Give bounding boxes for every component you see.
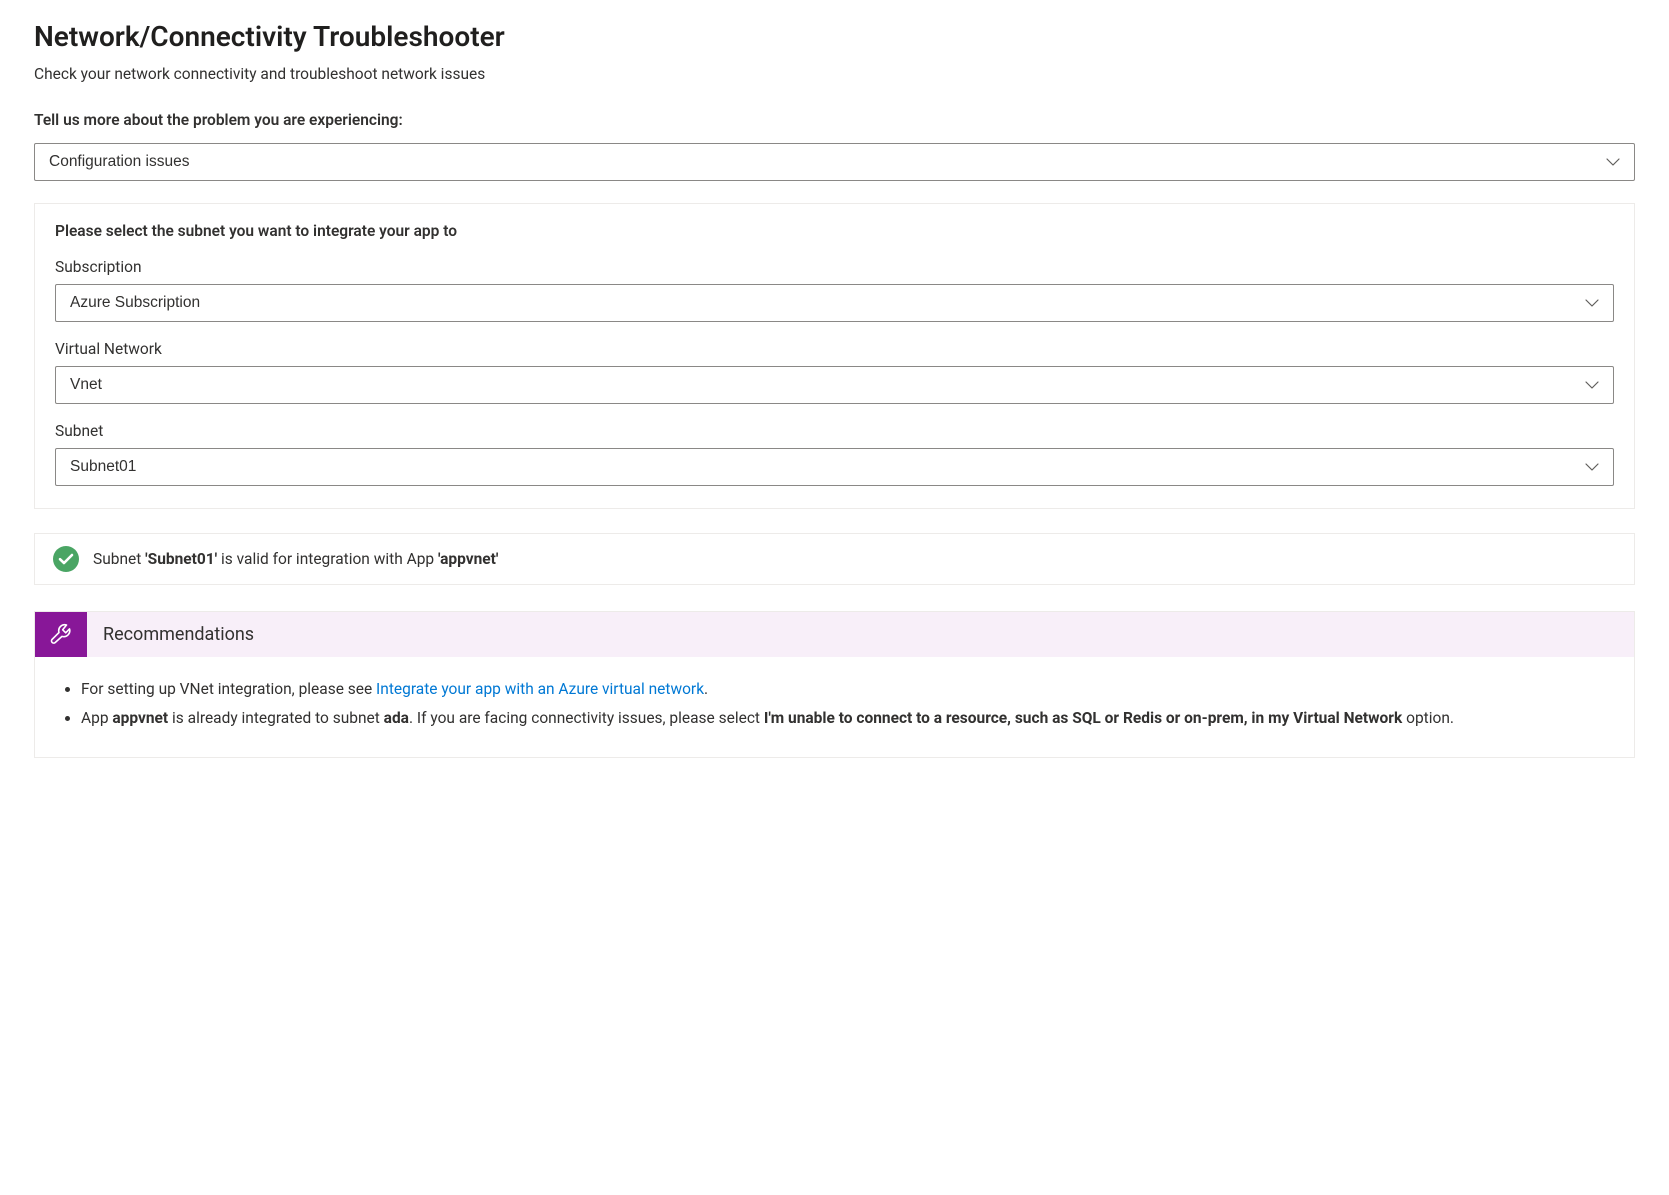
subnet-select-value: Subnet01 xyxy=(70,458,136,475)
vnet-integration-doc-link[interactable]: Integrate your app with an Azure virtual… xyxy=(376,680,704,698)
problem-prompt-label: Tell us more about the problem you are e… xyxy=(34,111,1635,129)
subscription-select[interactable]: Azure Subscription xyxy=(55,284,1614,322)
recommendations-body: For setting up VNet integration, please … xyxy=(35,657,1634,757)
recommendations-section: Recommendations For setting up VNet inte… xyxy=(34,611,1635,758)
page-title: Network/Connectivity Troubleshooter xyxy=(34,20,1635,53)
subscription-label: Subscription xyxy=(55,258,1614,276)
recommendation-item: App appvnet is already integrated to sub… xyxy=(81,706,1610,731)
vnet-label: Virtual Network xyxy=(55,340,1614,358)
problem-select-value: Configuration issues xyxy=(49,153,189,170)
validation-status-row: Subnet 'Subnet01' is valid for integrati… xyxy=(34,533,1635,585)
subnet-label: Subnet xyxy=(55,422,1614,440)
wrench-icon xyxy=(35,612,87,657)
validation-status-text: Subnet 'Subnet01' is valid for integrati… xyxy=(93,550,498,568)
subnet-select[interactable]: Subnet01 xyxy=(55,448,1614,486)
vnet-select-value: Vnet xyxy=(70,376,102,393)
subnet-selection-panel: Please select the subnet you want to int… xyxy=(34,203,1635,509)
recommendation-item: For setting up VNet integration, please … xyxy=(81,677,1610,702)
page-subtitle: Check your network connectivity and trou… xyxy=(34,65,1635,83)
subnet-panel-title: Please select the subnet you want to int… xyxy=(55,222,1614,240)
subscription-select-value: Azure Subscription xyxy=(70,294,200,311)
vnet-select[interactable]: Vnet xyxy=(55,366,1614,404)
check-circle-icon xyxy=(53,546,79,572)
recommendations-title: Recommendations xyxy=(87,612,270,657)
problem-select[interactable]: Configuration issues xyxy=(34,143,1635,181)
recommendations-header: Recommendations xyxy=(35,612,1634,657)
